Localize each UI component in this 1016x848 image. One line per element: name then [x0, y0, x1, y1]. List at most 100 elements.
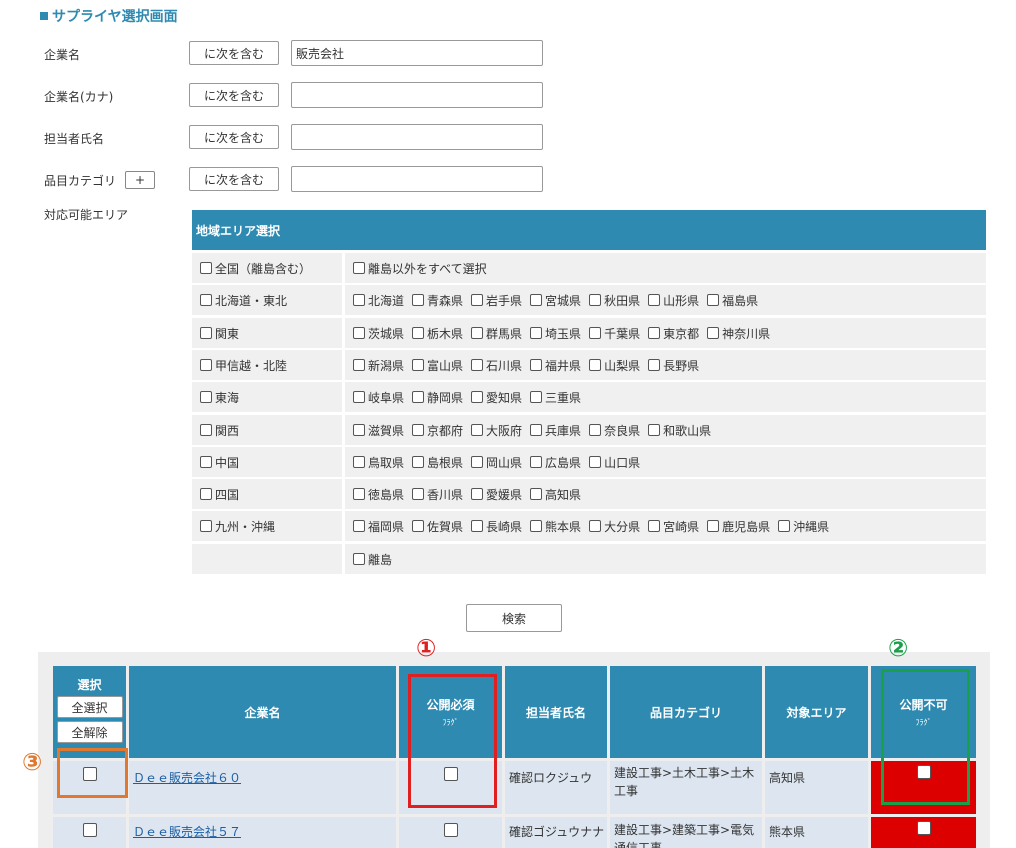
checkbox-icon[interactable]: [412, 488, 425, 500]
prefecture-checkbox[interactable]: 秋田県: [589, 292, 640, 309]
checkbox-icon[interactable]: [707, 294, 720, 306]
prefecture-checkbox[interactable]: 福井県: [530, 357, 581, 374]
region-checkbox[interactable]: 中国: [200, 454, 239, 471]
checkbox-icon[interactable]: [589, 424, 602, 436]
prefecture-checkbox[interactable]: 高知県: [530, 486, 581, 503]
checkbox-icon[interactable]: [412, 520, 425, 532]
prefecture-checkbox[interactable]: 離島: [353, 551, 392, 568]
prefecture-checkbox[interactable]: 富山県: [412, 357, 463, 374]
checkbox-icon[interactable]: [200, 424, 212, 436]
checkbox-icon[interactable]: [530, 488, 543, 500]
category-op-button[interactable]: に次を含む: [189, 167, 279, 191]
checkbox-icon[interactable]: [471, 424, 484, 436]
checkbox-icon[interactable]: [200, 488, 212, 500]
contact-name-input[interactable]: [291, 124, 543, 150]
prefecture-checkbox[interactable]: 滋賀県: [353, 422, 404, 439]
region-checkbox[interactable]: 東海: [200, 389, 239, 406]
prefecture-checkbox[interactable]: 東京都: [648, 325, 699, 342]
prefecture-checkbox[interactable]: 山口県: [589, 454, 640, 471]
prefecture-checkbox[interactable]: 香川県: [412, 486, 463, 503]
prefecture-checkbox[interactable]: 熊本県: [530, 518, 581, 535]
region-checkbox[interactable]: 関東: [200, 325, 239, 342]
company-link[interactable]: Ｄｅｅ販売会社６０: [133, 771, 241, 785]
checkbox-icon[interactable]: [412, 327, 425, 339]
contact-name-op-button[interactable]: に次を含む: [189, 125, 279, 149]
checkbox-icon[interactable]: [648, 520, 661, 532]
region-checkbox[interactable]: 四国: [200, 486, 239, 503]
prefecture-checkbox[interactable]: 宮城県: [530, 292, 581, 309]
prefecture-checkbox[interactable]: 佐賀県: [412, 518, 463, 535]
checkbox-icon[interactable]: [471, 520, 484, 532]
prefecture-checkbox[interactable]: 埼玉県: [530, 325, 581, 342]
prefecture-checkbox[interactable]: 静岡県: [412, 389, 463, 406]
select-all-button[interactable]: 全選択: [56, 696, 123, 718]
prefecture-checkbox[interactable]: 青森県: [412, 292, 463, 309]
row-select-checkbox[interactable]: [82, 823, 97, 837]
checkbox-icon[interactable]: [200, 294, 212, 306]
prefecture-checkbox[interactable]: 栃木県: [412, 325, 463, 342]
checkbox-icon[interactable]: [412, 294, 425, 306]
prefecture-checkbox[interactable]: 茨城県: [353, 325, 404, 342]
checkbox-icon[interactable]: [707, 520, 720, 532]
checkbox-icon[interactable]: [648, 294, 661, 306]
checkbox-icon[interactable]: [353, 294, 365, 306]
checkbox-icon[interactable]: [589, 327, 602, 339]
checkbox-icon[interactable]: [471, 294, 484, 306]
checkbox-icon[interactable]: [200, 327, 212, 339]
checkbox-icon[interactable]: [353, 456, 365, 468]
checkbox-icon[interactable]: [471, 391, 484, 403]
prefecture-checkbox[interactable]: 鳥取県: [353, 454, 404, 471]
checkbox-icon[interactable]: [412, 456, 425, 468]
checkbox-icon[interactable]: [648, 359, 661, 371]
checkbox-icon[interactable]: [353, 262, 365, 274]
checkbox-icon[interactable]: [589, 456, 602, 468]
prefecture-checkbox[interactable]: 沖縄県: [778, 518, 829, 535]
checkbox-icon[interactable]: [589, 294, 602, 306]
company-kana-op-button[interactable]: に次を含む: [189, 83, 279, 107]
checkbox-icon[interactable]: [200, 520, 212, 532]
prefecture-checkbox[interactable]: 兵庫県: [530, 422, 581, 439]
checkbox-icon[interactable]: [471, 327, 484, 339]
prefecture-checkbox[interactable]: 宮崎県: [648, 518, 699, 535]
prefecture-checkbox[interactable]: 岐阜県: [353, 389, 404, 406]
checkbox-icon[interactable]: [200, 391, 212, 403]
region-checkbox[interactable]: 関西: [200, 422, 239, 439]
checkbox-icon[interactable]: [589, 520, 602, 532]
checkbox-icon[interactable]: [707, 327, 720, 339]
checkbox-icon[interactable]: [530, 456, 543, 468]
checkbox-icon[interactable]: [353, 488, 365, 500]
checkbox-icon[interactable]: [530, 520, 543, 532]
company-name-input[interactable]: [291, 40, 543, 66]
prefecture-checkbox[interactable]: 新潟県: [353, 357, 404, 374]
checkbox-icon[interactable]: [778, 520, 791, 532]
region-checkbox[interactable]: 甲信越・北陸: [200, 357, 287, 374]
checkbox-icon[interactable]: [412, 391, 425, 403]
prefecture-checkbox[interactable]: 島根県: [412, 454, 463, 471]
checkbox-icon[interactable]: [530, 424, 543, 436]
region-checkbox[interactable]: 九州・沖縄: [200, 518, 275, 535]
prefecture-checkbox[interactable]: 大阪府: [471, 422, 522, 439]
checkbox-icon[interactable]: [353, 424, 365, 436]
prefecture-checkbox[interactable]: 山梨県: [589, 357, 640, 374]
checkbox-icon[interactable]: [412, 359, 425, 371]
checkbox-icon[interactable]: [353, 520, 365, 532]
checkbox-icon[interactable]: [200, 262, 212, 274]
prefecture-checkbox[interactable]: 岩手県: [471, 292, 522, 309]
category-add-button[interactable]: +: [125, 171, 155, 189]
company-name-op-button[interactable]: に次を含む: [189, 41, 279, 65]
prefecture-checkbox[interactable]: 奈良県: [589, 422, 640, 439]
checkbox-icon[interactable]: [589, 359, 602, 371]
prefecture-checkbox[interactable]: 長野県: [648, 357, 699, 374]
prefecture-checkbox[interactable]: 山形県: [648, 292, 699, 309]
checkbox-icon[interactable]: [353, 327, 365, 339]
checkbox-icon[interactable]: [353, 553, 365, 565]
prefecture-checkbox[interactable]: 愛知県: [471, 389, 522, 406]
public-forbidden-checkbox[interactable]: [916, 821, 931, 835]
checkbox-icon[interactable]: [353, 391, 365, 403]
checkbox-icon[interactable]: [200, 359, 212, 371]
checkbox-icon[interactable]: [648, 424, 661, 436]
prefecture-checkbox[interactable]: 福岡県: [353, 518, 404, 535]
company-link[interactable]: Ｄｅｅ販売会社５７: [133, 825, 241, 839]
company-kana-input[interactable]: [291, 82, 543, 108]
checkbox-icon[interactable]: [471, 456, 484, 468]
